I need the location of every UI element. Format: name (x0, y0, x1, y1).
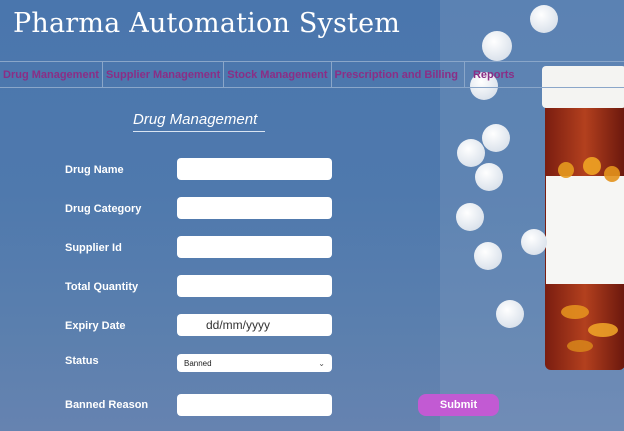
supplier-id-label: Supplier Id (65, 242, 122, 254)
submit-button[interactable]: Submit (418, 394, 499, 416)
expiry-date-input[interactable]: dd/mm/yyyy (177, 314, 332, 336)
status-select-value: Banned (184, 358, 212, 368)
supplier-id-input[interactable] (177, 236, 332, 258)
banned-reason-input[interactable] (177, 394, 332, 416)
nav-stock-management[interactable]: Stock Management (224, 62, 332, 87)
app-title: Pharma Automation System (13, 8, 401, 39)
status-select[interactable]: Banned ⌄ (177, 354, 332, 372)
chevron-down-icon: ⌄ (318, 358, 325, 368)
nav-supplier-management[interactable]: Supplier Management (103, 62, 225, 87)
expiry-date-placeholder: dd/mm/yyyy (206, 318, 271, 332)
drug-category-input[interactable] (177, 197, 332, 219)
total-quantity-input[interactable] (177, 275, 332, 297)
drug-category-label: Drug Category (65, 203, 142, 215)
nav-prescription-billing[interactable]: Prescription and Billing (332, 62, 465, 87)
drug-name-label: Drug Name (65, 164, 124, 176)
expiry-date-label: Expiry Date (65, 320, 126, 332)
banned-reason-label: Banned Reason (65, 399, 149, 411)
nav-drug-management[interactable]: Drug Management (0, 62, 103, 87)
main-navbar: Drug Management Supplier Management Stoc… (0, 61, 624, 88)
form-title: Drug Management (133, 111, 265, 132)
drug-name-input[interactable] (177, 158, 332, 180)
status-label: Status (65, 355, 99, 367)
nav-reports[interactable]: Reports (465, 62, 518, 87)
total-quantity-label: Total Quantity (65, 281, 139, 293)
